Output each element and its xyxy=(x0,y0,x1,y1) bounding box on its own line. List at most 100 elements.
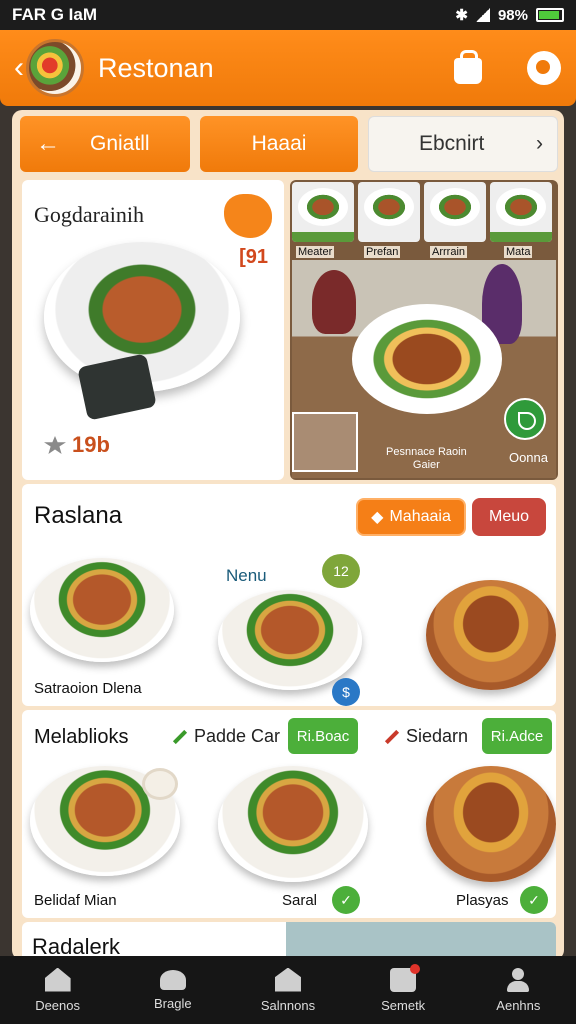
status-bar: FAR G IaM ✱ 98% xyxy=(0,0,576,30)
nav-item-deenos[interactable]: Deenos xyxy=(8,967,108,1013)
rating-value: 19b xyxy=(72,432,110,457)
bag-icon xyxy=(390,963,421,992)
pill-label: Ri.Boac xyxy=(296,727,350,745)
siedarn-link[interactable]: Siedarn xyxy=(384,726,468,747)
gallery-inset-thumb[interactable] xyxy=(292,412,358,472)
link-label: Siedarn xyxy=(406,726,469,746)
check-icon[interactable]: ✓ xyxy=(520,886,548,914)
dish-image[interactable] xyxy=(426,766,556,882)
nav-label: Aenhns xyxy=(496,997,541,1013)
gallery-thumbnails xyxy=(292,182,552,242)
green-pill-button[interactable]: Ri.Adce xyxy=(482,718,552,754)
nav-item-semetk[interactable]: Semetk xyxy=(353,963,453,1013)
star-icon xyxy=(44,436,66,454)
featured-rating: 19b xyxy=(44,432,110,458)
thumb-label: Meater xyxy=(296,246,335,258)
tab-back[interactable]: ← Gniatll xyxy=(20,116,190,172)
carrier-text: FAR G IaM xyxy=(12,5,98,24)
battery-icon xyxy=(536,8,564,22)
back-chevron-icon[interactable]: ‹ xyxy=(14,53,24,83)
pencil-icon xyxy=(384,729,400,744)
nav-item-aenhns[interactable]: Aenhns xyxy=(468,967,568,1013)
dish-image[interactable] xyxy=(426,580,556,690)
sauce-cup-image xyxy=(142,768,178,800)
gallery-thumb[interactable] xyxy=(490,182,552,242)
section-title: Melablioks xyxy=(34,726,129,748)
dish-image xyxy=(430,188,480,226)
nav-label: Bragle xyxy=(153,995,192,1011)
badge-symbol: $ xyxy=(342,684,350,700)
featured-price: [91 xyxy=(239,246,268,268)
photo-gallery[interactable]: Meater Prefan Arrrain Mata Pesnnace Raoi… xyxy=(290,180,558,480)
signal-icon xyxy=(475,8,490,22)
bag-button[interactable] xyxy=(450,50,486,86)
dish-image xyxy=(364,188,414,226)
gallery-more-label[interactable]: Oonna xyxy=(509,450,548,465)
dish-image xyxy=(298,188,348,226)
featured-title: Gogdarainih xyxy=(34,202,144,227)
featured-dish-card[interactable]: Gogdarainih [91 19b xyxy=(22,180,284,480)
tab-label: Haaai xyxy=(251,132,307,155)
dish-image[interactable] xyxy=(218,766,368,882)
restaurant-section: Raslana ◆ Mahaaia Meuo Satraoion Dlena N… xyxy=(22,484,556,706)
nav-label: Salnnons xyxy=(260,997,316,1013)
gallery-thumb[interactable] xyxy=(358,182,420,242)
shopping-bag-icon xyxy=(454,50,482,84)
dish-caption: Plasyas xyxy=(456,892,509,909)
nav-label: Semetk xyxy=(381,997,426,1013)
green-pill-button[interactable]: Ri.Boac xyxy=(288,718,358,754)
section-banner-image xyxy=(286,922,556,960)
shared-platter-image xyxy=(352,304,502,414)
profile-icon xyxy=(527,51,561,85)
gallery-thumb[interactable] xyxy=(292,182,354,242)
nav-item-bragle[interactable]: Bragle xyxy=(123,969,223,1011)
pencil-icon xyxy=(172,729,188,744)
pill-label: Ri.Adce xyxy=(490,727,544,745)
thumb-tag xyxy=(490,232,552,242)
status-icons: ✱ 98% xyxy=(455,6,564,24)
caption-line: Gaier xyxy=(412,459,440,472)
dish-image[interactable] xyxy=(30,558,174,662)
partial-section: Radalerk xyxy=(22,922,556,960)
thumb-label: Mata xyxy=(504,246,533,258)
gallery-thumb[interactable] xyxy=(424,182,486,242)
tab-label: Ebcnirt xyxy=(419,132,485,155)
check-icon[interactable]: ✓ xyxy=(332,886,360,914)
gallery-caption: Pesnnace Raoin Gaier xyxy=(386,446,467,472)
chevron-right-icon: › xyxy=(536,132,543,155)
app-header: ‹ Restonan xyxy=(0,30,576,106)
dish-caption: Saral xyxy=(282,892,318,909)
pill-label: Meuo xyxy=(488,508,530,525)
badge-value: 12 xyxy=(333,563,349,579)
app-title: Restonan xyxy=(98,52,214,83)
leaf-action-button[interactable] xyxy=(504,398,546,440)
paddle-link[interactable]: Padde Car xyxy=(172,726,280,747)
nav-label: Deenos xyxy=(35,997,80,1013)
nav-item-salnnons[interactable]: Salnnons xyxy=(238,967,338,1013)
dish-image xyxy=(496,188,546,226)
restaurant-logo xyxy=(26,39,84,97)
tab-next[interactable]: Ebcnirt › xyxy=(368,116,558,172)
store-icon xyxy=(274,967,301,992)
battery-text: 98% xyxy=(497,6,528,24)
dish-image[interactable] xyxy=(218,590,362,690)
diner-figure xyxy=(312,270,356,334)
notification-dot xyxy=(410,963,421,974)
bluetooth-icon: ✱ xyxy=(455,7,468,24)
bottom-navigation: Deenos Bragle Salnnons Semetk Aenhns xyxy=(0,956,576,1024)
caption-line: Pesnnace Raoin xyxy=(386,446,467,458)
menu-link[interactable]: Nenu xyxy=(226,566,267,586)
meals-section: Melablioks Padde Car Ri.Boac Siedarn Ri.… xyxy=(22,710,556,918)
tab-label: Gniatll xyxy=(90,132,150,155)
price-badge: $ xyxy=(332,678,360,706)
thumb-label: Arrrain xyxy=(430,246,468,258)
dish-caption: Satraoion Dlena xyxy=(34,680,142,697)
tab-bar: ← Gniatll Haaai Ebcnirt › xyxy=(20,116,560,174)
orange-pill-button[interactable]: ◆ Mahaaia xyxy=(356,498,466,536)
count-badge: 12 xyxy=(322,554,360,588)
arrow-left-icon: ← xyxy=(36,130,60,157)
profile-button[interactable] xyxy=(526,50,562,86)
pill-label: Mahaaia xyxy=(389,508,451,525)
red-pill-button[interactable]: Meuo xyxy=(472,498,546,536)
tab-middle[interactable]: Haaai xyxy=(200,116,358,172)
